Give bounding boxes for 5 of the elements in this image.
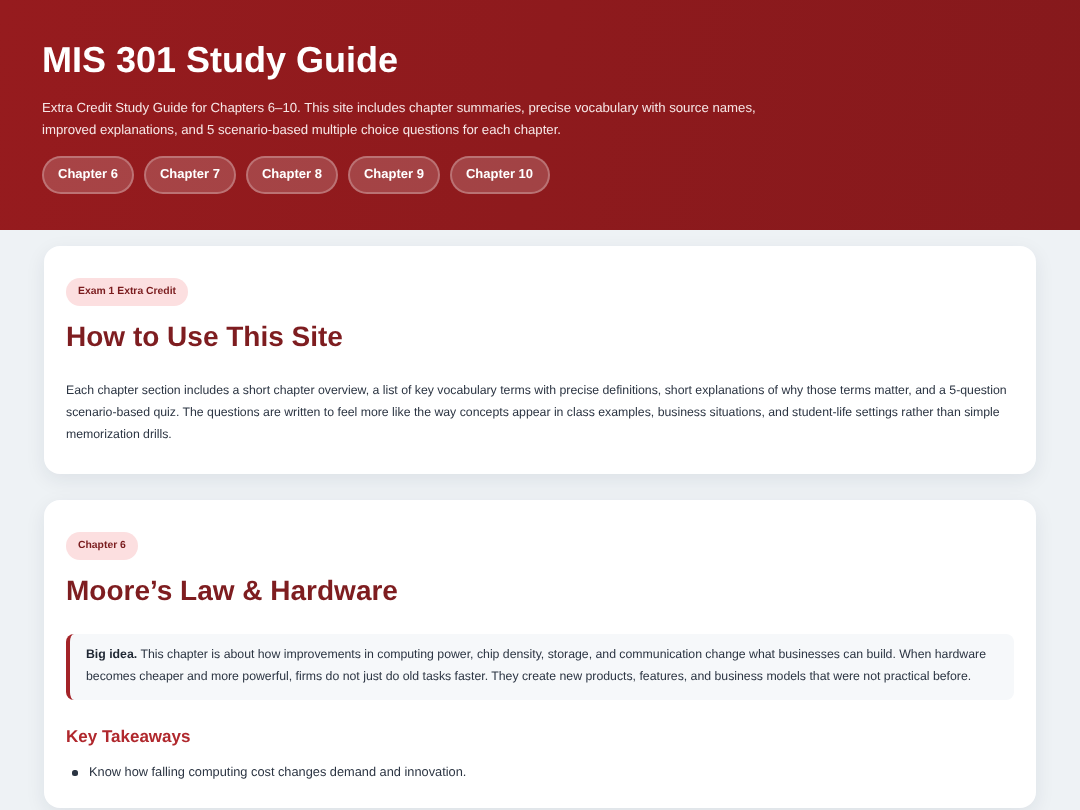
- bullet-icon: [72, 770, 77, 776]
- site-title: MIS 301 Study Guide: [42, 40, 401, 82]
- section-title: Moore’s Law & Hardware: [66, 574, 400, 606]
- key-takeaways-heading: Key Takeaways: [66, 726, 193, 746]
- section-title: How to Use This Site: [66, 320, 345, 352]
